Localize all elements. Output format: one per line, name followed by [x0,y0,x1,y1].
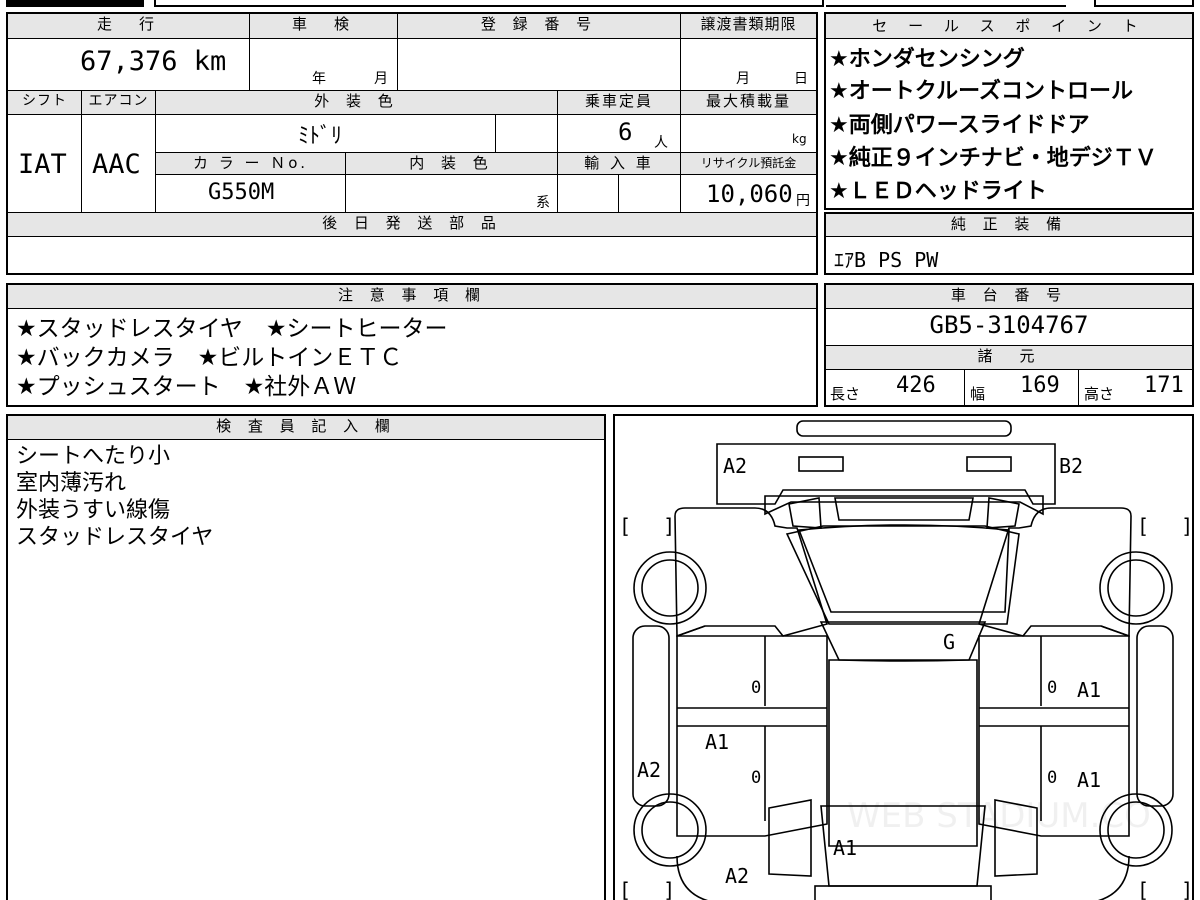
recycle-fee-value: 10,060 [706,180,793,208]
damage-0-left-front: 0 [751,678,762,698]
recycle-fee-unit: 円 [796,193,810,209]
equipment-value: ｴｱB PS PW [834,248,939,272]
specs-header: 諸 元 [826,346,1192,369]
equipment-box: 純 正 装 備 ｴｱB PS PW [824,212,1194,275]
chassis-box: 車 台 番 号 GB5-3104767 諸 元 長さ 426 幅 169 高さ … [824,283,1194,407]
capacity-unit: 人 [654,135,668,151]
damage-a1-left-rear: A1 [705,730,730,754]
later-parts-header: 後 日 発 送 部 品 [322,214,502,232]
spec-width-value: 169 [1020,373,1060,398]
max-load-header: 最大積載量 [705,92,791,110]
ac-value: AAC [92,149,141,180]
inspector-box: 検 査 員 記 入 欄 シートへたり小 室内薄汚れ 外装うすい線傷 スタッドレス… [6,414,606,900]
damage-a1-right-rear: A1 [1077,768,1102,792]
bracket-bottom-left: [ ] [619,878,676,900]
sales-point-1: ★ホンダセンシング [829,47,1025,72]
interior-color-header: 内 装 色 [409,154,494,172]
chassis-number: GB5-3104767 [929,311,1089,339]
exterior-color-header: 外 装 色 [314,92,399,110]
inspector-line-4: スタッドレスタイヤ [16,525,214,550]
watermark: WEB STADIUM.CO [847,796,1151,836]
inspection-header: 車 検 [291,15,355,33]
damage-diagram: A2 B2 G 0 0 A1 A1 0 0 A1 A2 A1 A2 [ ] [ … [613,414,1194,900]
transfer-month-label: 月 [736,71,750,87]
bracket-top-right: [ ] [1137,514,1194,538]
damage-0-left-rear: 0 [751,768,762,788]
notes-line-3: ★プッシュスタート ★社外ＡＷ [16,374,357,400]
vehicle-info-table: 走 行 車 検 登 録 番 号 譲渡書類期限 67,376 km 年 月 月 日… [6,12,818,275]
import-header: 輸 入 車 [584,154,654,172]
bracket-bottom-right: [ ] [1137,878,1194,900]
damage-0-right-front: 0 [1047,678,1058,698]
load-unit: kg [792,132,807,146]
damage-b2-front-right: B2 [1059,454,1084,478]
inspector-line-2: 室内薄汚れ [16,471,127,496]
bracket-top-left: [ ] [619,514,676,538]
interior-unit: 系 [536,195,550,211]
spec-height-label: 高さ [1084,385,1115,403]
capacity-value: 6 [618,118,633,146]
sales-point-3: ★両側パワースライドドア [829,113,1090,138]
spec-height-value: 171 [1144,373,1184,398]
sales-points-box: セ ー ル ス ポ イ ン ト ★ホンダセンシング ★オートクルーズコントロール… [824,12,1194,210]
damage-0-right-rear: 0 [1047,768,1058,788]
transfer-deadline-header: 譲渡書類期限 [700,15,797,33]
transfer-day-label: 日 [794,71,808,87]
inspection-year-label: 年 [312,71,326,87]
exterior-color-value: ﾐﾄﾞﾘ [298,124,343,149]
sales-points-header: セ ー ル ス ポ イ ン ト [826,14,1192,38]
damage-a1-rear: A1 [833,836,858,860]
top-strip [6,0,1194,7]
spec-width-label: 幅 [970,385,986,403]
damage-g-windshield: G [943,630,956,654]
recycle-fee-header: リサイクル預託金 [700,156,797,170]
damage-a1-right-front: A1 [1077,678,1102,702]
sales-point-5: ★ＬＥＤヘッドライト [829,179,1047,204]
notes-header: 注 意 事 項 欄 [8,285,816,308]
spec-length-value: 426 [896,373,936,398]
inspection-month-label: 月 [374,71,388,87]
sales-point-2: ★オートクルーズコントロール [829,79,1133,104]
damage-a2-front-left: A2 [723,454,748,478]
color-no-header: カ ラ ー Ｎo. [193,154,308,172]
shift-value: IAT [18,149,67,180]
inspector-line-1: シートへたり小 [16,444,171,469]
damage-a2-rear: A2 [725,864,750,888]
inspector-header: 検 査 員 記 入 欄 [8,416,604,439]
mileage-header: 走 行 [96,15,160,33]
inspector-line-3: 外装うすい線傷 [16,498,171,523]
damage-a2-left-side: A2 [637,758,662,782]
sales-point-4: ★純正９インチナビ・地デジＴＶ [829,146,1157,171]
spec-length-label: 長さ [830,385,861,403]
color-no-value: G550M [208,180,275,205]
notes-box: 注 意 事 項 欄 ★スタッドレスタイヤ ★シートヒーター ★バックカメラ ★ビ… [6,283,818,407]
registration-header: 登 録 番 号 [480,15,598,33]
notes-line-1: ★スタッドレスタイヤ ★シートヒーター [16,316,448,342]
equipment-header: 純 正 装 備 [826,214,1192,236]
chassis-header: 車 台 番 号 [826,285,1192,308]
ac-header: エアコン [88,93,149,109]
capacity-header: 乗車定員 [584,92,653,110]
shift-header: シフト [22,93,67,109]
notes-line-2: ★バックカメラ ★ビルトインＥＴＣ [16,345,403,371]
mileage-value: 67,376 km [80,46,227,77]
